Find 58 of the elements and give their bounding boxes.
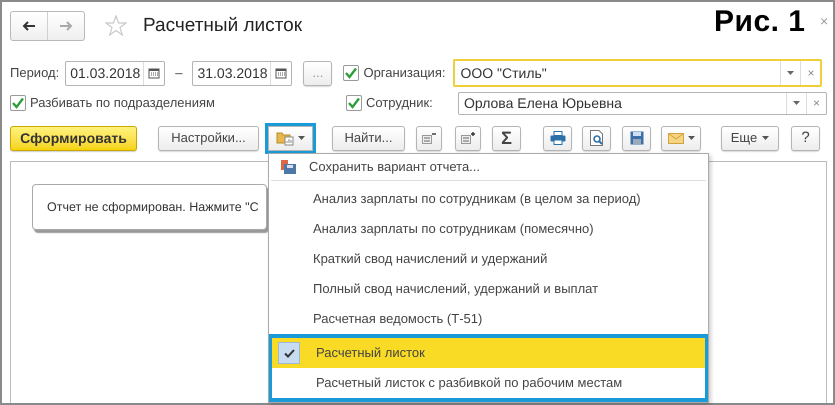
- calendar-icon: [275, 67, 288, 79]
- field-label: Период:: [10, 64, 60, 82]
- figure-label: Рис. 1: [714, 4, 806, 40]
- save-button[interactable]: [622, 126, 651, 150]
- dropdown-caret-icon: [688, 136, 694, 140]
- more-menu-button[interactable]: Еще: [721, 126, 779, 150]
- dropdown-caret-icon: [787, 71, 794, 75]
- sum-button[interactable]: Σ: [492, 126, 521, 150]
- dash-separator: –: [175, 64, 182, 82]
- send-button[interactable]: [661, 126, 701, 150]
- menu-item[interactable]: Расчетная ведомость (Т-51): [269, 304, 708, 334]
- right-arrow-icon: [59, 21, 73, 31]
- generate-button[interactable]: Сформировать: [10, 126, 137, 150]
- folder-icon: [276, 130, 294, 146]
- check-icon: [348, 97, 360, 109]
- field-label: Сотрудник:: [366, 94, 434, 112]
- printer-icon: [550, 131, 566, 145]
- expand-icon: [461, 132, 475, 144]
- left-arrow-icon: [22, 21, 36, 31]
- menu-item[interactable]: Краткий свод начислений и удержаний: [269, 244, 708, 274]
- menu-item[interactable]: Полный свод начислений, удержаний и выплат: [269, 274, 708, 304]
- preview-button[interactable]: [582, 126, 611, 150]
- collapse-icon: [422, 132, 436, 144]
- window-title: Расчетный листок: [143, 14, 302, 38]
- checkbox[interactable]: [343, 65, 360, 81]
- check-icon: [12, 97, 24, 109]
- check-icon: [284, 348, 294, 358]
- envelope-icon: [668, 132, 684, 144]
- checkbox[interactable]: [346, 95, 362, 111]
- dropdown-caret-icon: [793, 101, 800, 105]
- dropdown-caret-icon: [298, 136, 305, 140]
- check-icon: [345, 67, 358, 79]
- clear-button[interactable]: ×: [800, 61, 820, 85]
- save-variant-icon: [279, 158, 297, 175]
- field-label: Организация:: [363, 64, 446, 82]
- combo-field[interactable]: Орлова Елена Юрьевна ×: [458, 92, 827, 114]
- checkbox-label: Разбивать по подразделениям: [30, 94, 215, 112]
- settings-button[interactable]: Настройки...: [158, 126, 259, 150]
- clear-button[interactable]: ×: [806, 92, 826, 114]
- dropdown-caret-icon: [762, 136, 770, 140]
- checkbox[interactable]: [10, 95, 26, 111]
- combo-field[interactable]: ООО "Стиль" ×: [453, 59, 822, 87]
- date-field[interactable]: 31.03.2018: [192, 60, 292, 86]
- collapse-button[interactable]: [416, 126, 442, 150]
- menu-item[interactable]: Анализ зарплаты по сотрудникам (в целом за период): [269, 184, 708, 214]
- date-field[interactable]: 01.03.2018: [65, 60, 166, 86]
- print-button[interactable]: [543, 126, 572, 150]
- menu-item[interactable]: Расчетный листок с разбивкой по рабочим местам: [272, 368, 705, 398]
- menu-item[interactable]: Расчетный листок: [272, 338, 705, 368]
- expand-button[interactable]: [455, 126, 481, 150]
- magnifier-page-icon: [590, 130, 604, 146]
- help-button[interactable]: ?: [791, 126, 820, 150]
- message-box: Отчет не сформирован. Нажмите "С: [32, 184, 267, 230]
- find-button[interactable]: Найти...: [332, 126, 405, 150]
- calendar-icon: [148, 67, 160, 79]
- menu-item[interactable]: Сохранить вариант отчета...: [271, 154, 706, 181]
- menu-item[interactable]: Анализ зарплаты по сотрудникам (помесячно): [269, 214, 708, 244]
- star-icon[interactable]: [105, 15, 127, 37]
